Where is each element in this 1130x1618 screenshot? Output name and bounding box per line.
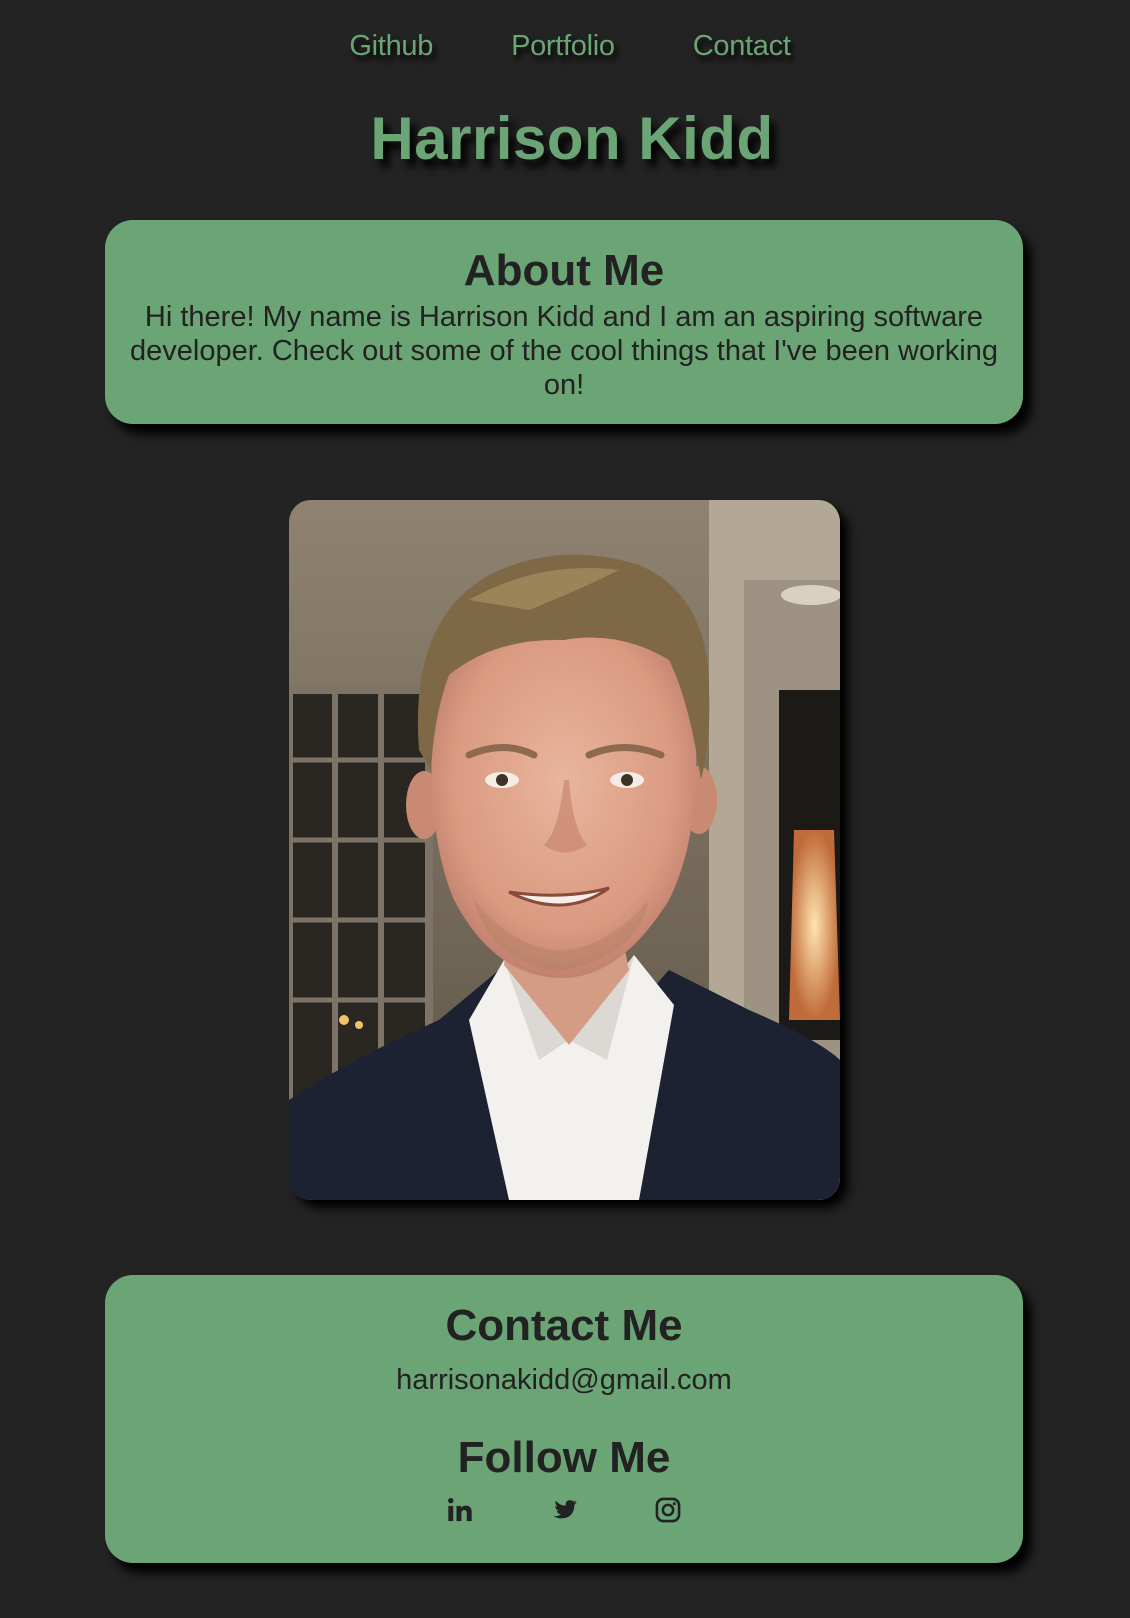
email-link[interactable]: harrisonakidd@gmail.com (123, 1363, 1005, 1397)
nav-link-contact[interactable]: Contact (683, 30, 791, 63)
profile-photo (289, 500, 840, 1200)
nav-link-github[interactable]: Github (339, 30, 433, 63)
social-links (123, 1495, 1005, 1525)
about-heading: About Me (463, 246, 665, 295)
twitter-icon (553, 1500, 577, 1519)
follow-heading: Follow Me (457, 1433, 671, 1482)
contact-card: Contact Me harrisonakidd@gmail.com Follo… (105, 1275, 1023, 1563)
contact-heading: Contact Me (445, 1301, 683, 1350)
about-text: Hi there! My name is Harrison Kidd and I… (129, 301, 998, 401)
twitter-link[interactable] (549, 1495, 579, 1525)
about-card: About Me Hi there! My name is Harrison K… (105, 220, 1023, 424)
instagram-link[interactable] (653, 1495, 683, 1525)
nav-link-portfolio[interactable]: Portfolio (501, 30, 615, 63)
linkedin-icon (448, 1497, 472, 1522)
top-nav: Github Portfolio Contact (0, 30, 1130, 63)
linkedin-link[interactable] (445, 1495, 475, 1525)
page-title: Harrison Kidd (370, 105, 774, 172)
instagram-icon (655, 1497, 681, 1523)
